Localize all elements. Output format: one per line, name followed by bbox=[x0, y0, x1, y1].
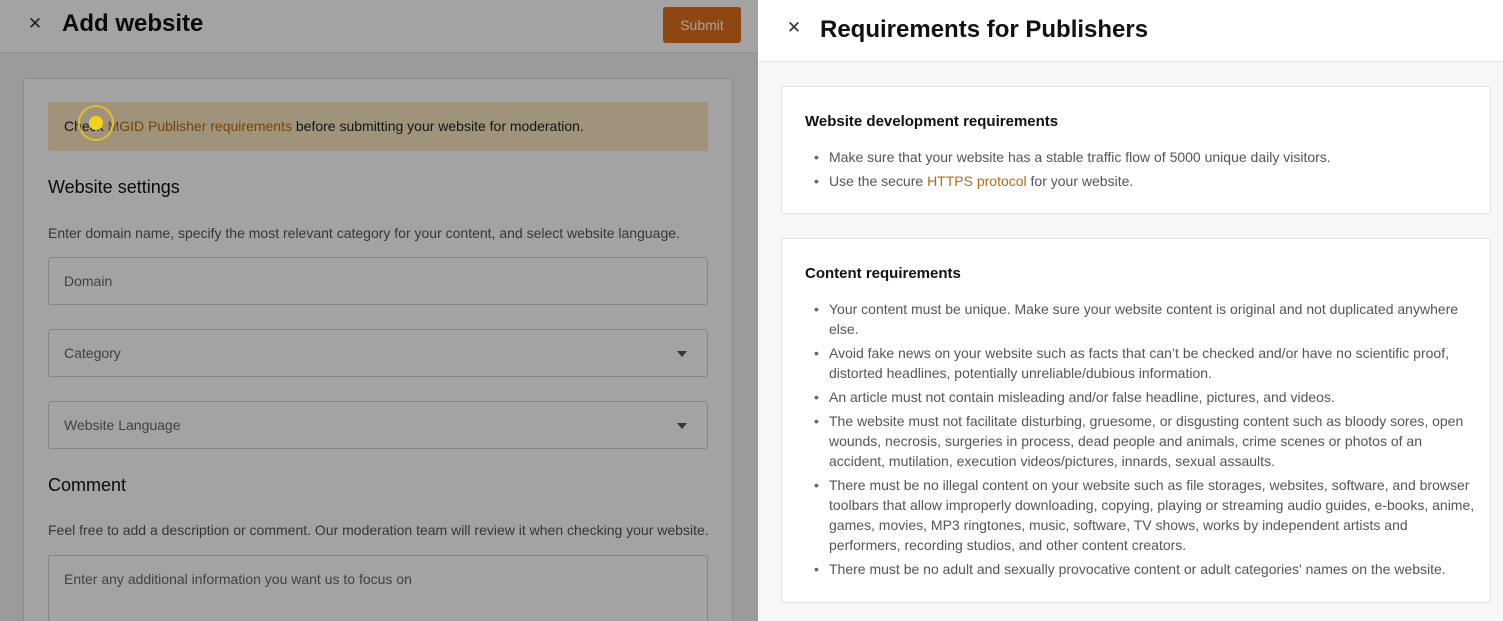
list-item-text: Use the secure bbox=[829, 173, 928, 189]
requirements-header: ✕ Requirements for Publishers bbox=[758, 0, 1503, 62]
list-item: Use the secure HTTPS protocol for your w… bbox=[805, 171, 1475, 191]
list-item: An article must not contain misleading a… bbox=[805, 387, 1475, 407]
content-requirements-card: Content requirements Your content must b… bbox=[781, 238, 1491, 603]
content-requirements-list: Your content must be unique. Make sure y… bbox=[805, 299, 1475, 583]
content-requirements-heading: Content requirements bbox=[805, 265, 961, 282]
close-icon[interactable]: ✕ bbox=[783, 17, 805, 39]
list-item: Make sure that your website has a stable… bbox=[805, 147, 1475, 167]
list-item: There must be no illegal content on your… bbox=[805, 475, 1475, 555]
add-website-panel: ✕ Add website Submit Check MGID Publishe… bbox=[0, 0, 758, 621]
requirements-drawer: ✕ Requirements for Publishers Website de… bbox=[758, 0, 1503, 621]
development-requirements-heading: Website development requirements bbox=[805, 113, 1059, 130]
modal-backdrop[interactable] bbox=[0, 0, 758, 621]
list-item: The website must not facilitate disturbi… bbox=[805, 411, 1475, 471]
list-item-text: for your website. bbox=[1026, 173, 1134, 189]
cursor-indicator bbox=[78, 105, 114, 141]
development-requirements-card: Website development requirements Make su… bbox=[781, 86, 1491, 214]
list-item: Avoid fake news on your website such as … bbox=[805, 343, 1475, 383]
development-requirements-list: Make sure that your website has a stable… bbox=[805, 147, 1475, 195]
list-item: There must be no adult and sexually prov… bbox=[805, 559, 1475, 579]
requirements-title: Requirements for Publishers bbox=[820, 16, 1149, 43]
list-item-text: Make sure that your website has a stable… bbox=[829, 149, 1331, 165]
https-protocol-link[interactable]: HTTPS protocol bbox=[927, 173, 1027, 189]
list-item: Your content must be unique. Make sure y… bbox=[805, 299, 1475, 339]
